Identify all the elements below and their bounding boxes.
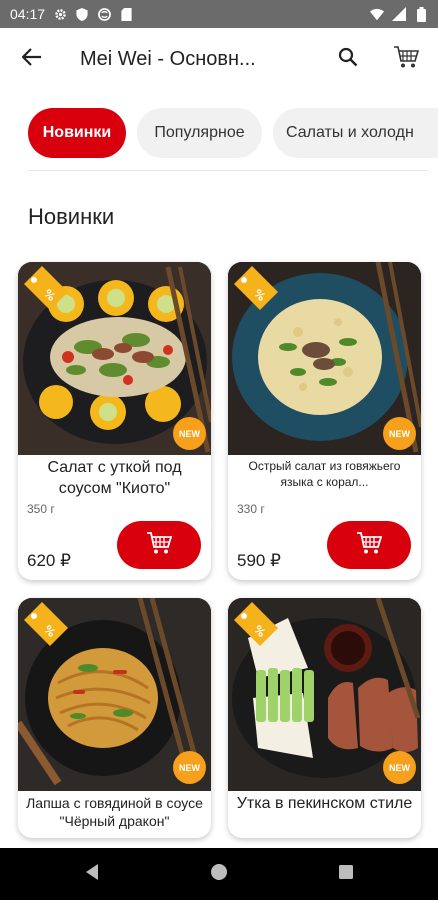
new-badge: NEW xyxy=(383,751,416,784)
system-nav-bar xyxy=(0,848,438,900)
promo-tag-icon: % xyxy=(234,602,280,648)
status-time: 04:17 xyxy=(10,6,46,22)
signal-icon xyxy=(392,7,406,21)
new-badge: NEW xyxy=(173,751,206,784)
product-weight: 330 г xyxy=(237,502,265,516)
promo-tag-icon: % xyxy=(24,266,70,312)
page-title: Mei Wei - Основн... xyxy=(80,47,256,70)
product-card[interactable]: % NEW Салат с уткой под соусом "Киото" 3… xyxy=(18,262,211,580)
square-recents-icon xyxy=(337,863,355,886)
product-card[interactable]: % NEW Лапша с говядиной в соусе "Чёрный … xyxy=(18,598,211,838)
arrow-left-icon xyxy=(21,47,42,71)
gear-icon xyxy=(53,7,67,21)
add-to-cart-button[interactable] xyxy=(327,521,411,569)
cart-button[interactable] xyxy=(384,37,428,81)
vpn-icon xyxy=(97,7,111,21)
nav-recents-button[interactable] xyxy=(334,862,358,886)
promo-tag-icon: % xyxy=(24,602,70,648)
product-card[interactable]: % NEW Острый салат из говяжьего языка с … xyxy=(228,262,421,580)
product-name: Салат с уткой под соусом "Киото" xyxy=(47,459,182,497)
product-image: % NEW xyxy=(18,262,211,455)
new-badge: NEW xyxy=(383,417,416,450)
product-name: Утка в пекинском стиле xyxy=(236,795,413,812)
product-name: Лапша с говядиной в соусе "Чёрный дракон… xyxy=(26,795,203,830)
battery-icon xyxy=(414,6,428,22)
product-name: Острый салат из говяжьего языка с корал.… xyxy=(248,459,401,489)
product-image: % NEW xyxy=(228,262,421,455)
product-card[interactable]: % NEW Утка в пекинском стиле xyxy=(228,598,421,838)
divider xyxy=(28,170,428,171)
sd-card-icon xyxy=(119,7,133,21)
nav-home-button[interactable] xyxy=(207,862,231,886)
status-bar: 04:17 xyxy=(0,0,438,28)
section-title: Новинки xyxy=(28,204,115,229)
search-icon xyxy=(338,47,358,72)
product-image: % NEW xyxy=(228,598,421,791)
category-chip-new[interactable]: Новинки xyxy=(28,108,126,158)
product-weight: 350 г xyxy=(27,502,55,516)
product-price: 620 ₽ xyxy=(27,551,71,570)
wifi-icon xyxy=(370,7,384,21)
circle-home-icon xyxy=(209,862,229,887)
product-image: % NEW xyxy=(18,598,211,791)
back-button[interactable] xyxy=(4,31,60,87)
new-badge: NEW xyxy=(173,417,206,450)
shopping-cart-icon xyxy=(393,45,420,74)
promo-tag-icon: % xyxy=(234,266,280,312)
category-tabs: Новинки Популярное Салаты и холодн xyxy=(0,108,438,162)
shopping-cart-icon xyxy=(356,531,383,560)
search-button[interactable] xyxy=(328,37,368,81)
category-chip-salads[interactable]: Салаты и холодн xyxy=(273,108,438,158)
add-to-cart-button[interactable] xyxy=(117,521,201,569)
shield-icon xyxy=(75,7,89,21)
nav-back-button[interactable] xyxy=(80,862,104,886)
triangle-back-icon xyxy=(84,863,100,886)
product-price: 590 ₽ xyxy=(237,551,281,570)
app-bar: Mei Wei - Основн... xyxy=(0,28,438,90)
shopping-cart-icon xyxy=(146,531,173,560)
category-chip-popular[interactable]: Популярное xyxy=(137,108,262,158)
